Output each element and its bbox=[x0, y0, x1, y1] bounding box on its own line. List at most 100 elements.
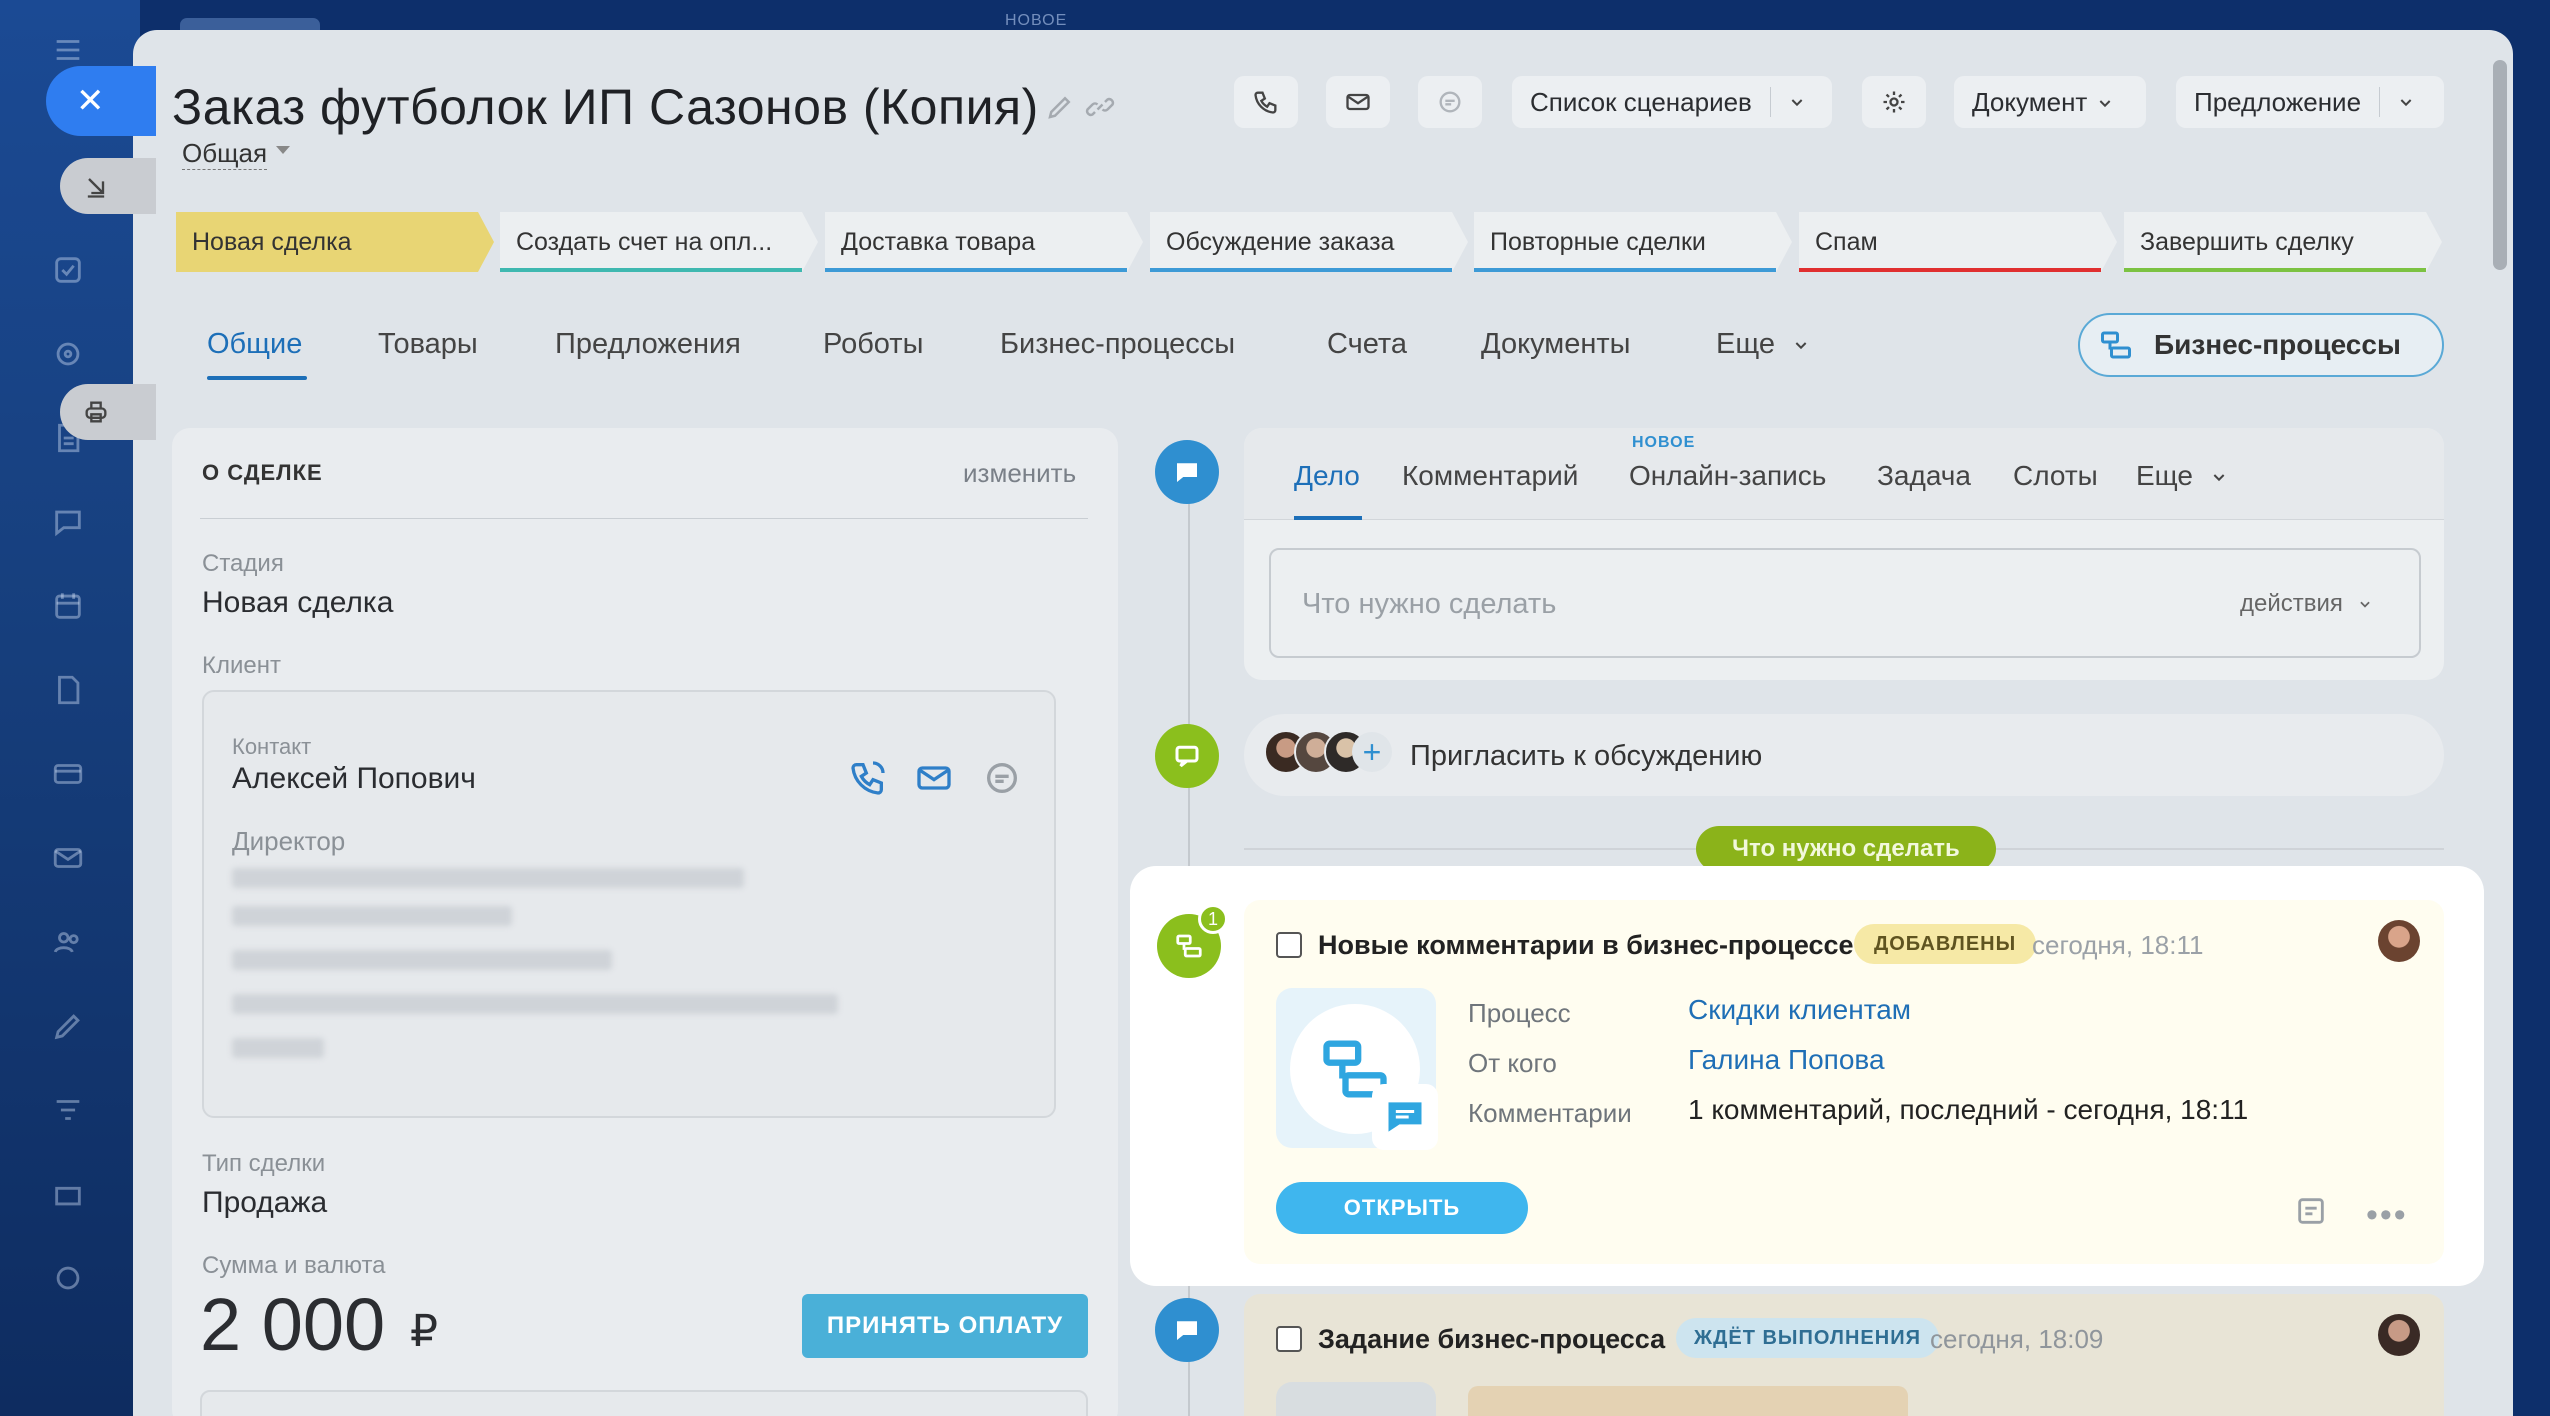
tasks-icon[interactable] bbox=[48, 250, 88, 290]
tab-products[interactable]: Товары bbox=[378, 328, 478, 361]
timeline-dot-editor bbox=[1155, 440, 1219, 504]
tab-robots[interactable]: Роботы bbox=[823, 328, 923, 361]
stage-field-value: Новая сделка bbox=[202, 586, 394, 619]
blurred-contact-line bbox=[232, 1038, 324, 1058]
tab-offers[interactable]: Предложения bbox=[555, 328, 741, 361]
stage-repeat-deals[interactable]: Повторные сделки bbox=[1474, 212, 1792, 272]
comment-icon bbox=[1175, 745, 1199, 768]
stage-label: Доставка товара bbox=[841, 227, 1036, 256]
chat-bubble-icon bbox=[1439, 91, 1461, 113]
note-icon[interactable] bbox=[2294, 1194, 2328, 1228]
stage-label: Создать счет на опл... bbox=[516, 227, 773, 256]
deal-edit-link[interactable]: изменить bbox=[963, 458, 1076, 489]
file-icon[interactable] bbox=[48, 670, 88, 710]
invite-text[interactable]: Пригласить к обсуждению bbox=[1410, 740, 1762, 773]
tab-documents[interactable]: Документы bbox=[1481, 328, 1631, 361]
add-participant-button[interactable]: + bbox=[1352, 732, 1392, 772]
category-select[interactable]: Общая bbox=[182, 138, 268, 170]
next-activity-title: Задание бизнес-процесса bbox=[1318, 1324, 1666, 1354]
contact-name[interactable]: Алексей Попович bbox=[232, 762, 476, 796]
stage-field-label: Стадия bbox=[202, 550, 284, 577]
caret-down-icon bbox=[276, 146, 290, 154]
settings-icon[interactable] bbox=[48, 1258, 88, 1298]
blurred-contact-line bbox=[232, 868, 744, 888]
phone-icon bbox=[1254, 91, 1277, 114]
timeline-dot-invite bbox=[1155, 724, 1219, 788]
card-icon[interactable] bbox=[48, 754, 88, 794]
open-button[interactable]: ОТКРЫТЬ bbox=[1276, 1182, 1528, 1234]
editor-tab-comment[interactable]: Комментарий bbox=[1402, 460, 1578, 492]
messenger-button[interactable] bbox=[1418, 76, 1482, 128]
tab-more-label: Еще bbox=[1716, 328, 1776, 360]
business-processes-button[interactable]: Бизнес-процессы bbox=[2078, 313, 2444, 377]
stage-finish-deal[interactable]: Завершить сделку bbox=[2124, 212, 2442, 272]
offer-dropdown[interactable]: Предложение bbox=[2176, 76, 2444, 128]
tab-more[interactable]: Еще bbox=[1716, 328, 1809, 361]
editor-tab-slots[interactable]: Слоты bbox=[2013, 460, 2098, 492]
todo-actions-dropdown[interactable]: действия bbox=[2240, 590, 2372, 618]
avatar[interactable] bbox=[2378, 920, 2420, 962]
blurred-contact-line bbox=[232, 950, 612, 970]
contact-mail-icon[interactable] bbox=[914, 758, 954, 798]
top-new-badge: НОВОЕ bbox=[1005, 12, 1068, 29]
chevron-down-icon[interactable] bbox=[1771, 94, 1823, 110]
editor-tab-online-booking[interactable]: Онлайн-запись bbox=[1629, 460, 1826, 492]
editor-tab-todo[interactable]: Дело bbox=[1294, 460, 1360, 492]
contact-label: Контакт bbox=[232, 734, 312, 759]
chevron-down-icon[interactable] bbox=[2380, 94, 2432, 110]
mail-icon bbox=[1346, 93, 1370, 111]
document-dropdown[interactable]: Документ bbox=[1954, 76, 2146, 128]
pencil-icon[interactable] bbox=[1045, 92, 1075, 122]
stage-delivery[interactable]: Доставка товара bbox=[825, 212, 1143, 272]
deal-type-label: Тип сделки bbox=[202, 1150, 326, 1177]
chat-icon[interactable] bbox=[48, 502, 88, 542]
business-process-icon bbox=[1176, 934, 1202, 958]
close-icon: ✕ bbox=[76, 82, 105, 120]
client-box bbox=[202, 690, 1056, 1118]
timeline-dot-task bbox=[1155, 1298, 1219, 1362]
mail-icon[interactable] bbox=[48, 838, 88, 878]
tab-invoices[interactable]: Счета bbox=[1327, 328, 1407, 361]
menu-icon[interactable] bbox=[48, 30, 88, 70]
deal-type-value: Продажа bbox=[202, 1186, 328, 1219]
comment-bubble-icon bbox=[1372, 1084, 1438, 1150]
process-link[interactable]: Скидки клиентам bbox=[1688, 994, 1911, 1026]
tab-general[interactable]: Общие bbox=[207, 328, 302, 361]
next-activity-checkbox[interactable] bbox=[1276, 1326, 1302, 1352]
accept-payment-button[interactable]: ПРИНЯТЬ ОПЛАТУ bbox=[802, 1294, 1088, 1358]
stage-create-invoice[interactable]: Создать счет на опл... bbox=[500, 212, 818, 272]
scenarios-dropdown[interactable]: Список сценариев bbox=[1512, 76, 1832, 128]
stage-spam[interactable]: Спам bbox=[1799, 212, 2117, 272]
contact-phone-icon[interactable] bbox=[848, 758, 888, 798]
activity-checkbox[interactable] bbox=[1276, 932, 1302, 958]
close-button[interactable]: ✕ bbox=[46, 66, 156, 136]
call-button[interactable] bbox=[1234, 76, 1298, 128]
chevron-down-icon bbox=[1795, 342, 1807, 350]
next-field-box bbox=[200, 1390, 1088, 1416]
contact-chat-icon[interactable] bbox=[982, 758, 1022, 798]
email-button[interactable] bbox=[1326, 76, 1390, 128]
avatar[interactable] bbox=[2378, 1314, 2420, 1356]
editor-tab-task[interactable]: Задача bbox=[1877, 460, 1971, 492]
editor-tab-more[interactable]: Еще bbox=[2136, 460, 2227, 492]
minimize-button[interactable] bbox=[60, 158, 156, 214]
panel-scrollbar[interactable] bbox=[2493, 60, 2507, 270]
print-button[interactable] bbox=[60, 384, 156, 440]
pen-icon[interactable] bbox=[48, 1006, 88, 1046]
calendar-icon[interactable] bbox=[48, 586, 88, 626]
users-icon[interactable] bbox=[48, 922, 88, 962]
from-user-link[interactable]: Галина Попова bbox=[1688, 1044, 1885, 1076]
link-icon[interactable] bbox=[1085, 92, 1115, 122]
process-key: Процесс bbox=[1468, 998, 1571, 1028]
more-options-icon[interactable]: ••• bbox=[2366, 1196, 2408, 1235]
box-icon[interactable] bbox=[48, 1174, 88, 1214]
stage-discussion[interactable]: Обсуждение заказа bbox=[1150, 212, 1468, 272]
robot-icon[interactable] bbox=[48, 334, 88, 374]
activity-status-badge: ДОБАВЛЕНЫ bbox=[1854, 924, 2037, 964]
stage-new-deal[interactable]: Новая сделка bbox=[176, 212, 494, 272]
tab-business-processes[interactable]: Бизнес-процессы bbox=[1000, 328, 1235, 361]
deal-amount: 2 000 bbox=[200, 1283, 386, 1366]
stage-label: Повторные сделки bbox=[1490, 227, 1706, 256]
filter-icon[interactable] bbox=[48, 1090, 88, 1130]
settings-button[interactable] bbox=[1862, 76, 1926, 128]
